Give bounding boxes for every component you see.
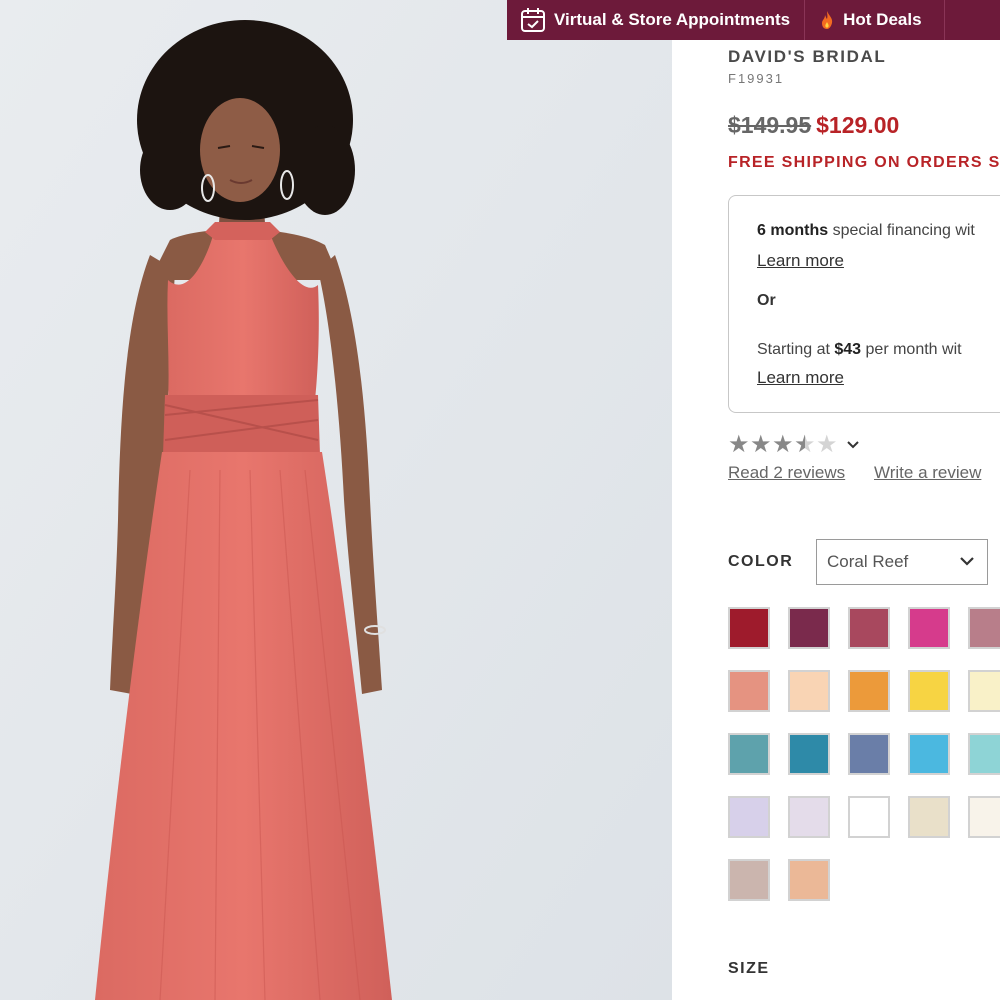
brand-name: DAVID'S BRIDAL — [728, 47, 887, 66]
free-shipping-banner: FREE SHIPPING ON ORDERS S — [728, 154, 1000, 171]
color-swatch[interactable] — [848, 796, 890, 838]
hot-deals-link[interactable]: Hot Deals — [805, 0, 945, 40]
financing-box: 6 months special financing wit Learn mor… — [728, 195, 1000, 413]
color-swatch[interactable] — [788, 607, 830, 649]
color-swatch[interactable] — [968, 733, 1000, 775]
color-swatch[interactable] — [848, 670, 890, 712]
product-sku: F19931 — [728, 71, 785, 86]
hot-deals-label: Hot Deals — [843, 10, 922, 29]
star-icon: ★ — [728, 431, 750, 458]
color-swatch[interactable] — [848, 733, 890, 775]
financing-offer-text: special financing wit — [828, 222, 975, 239]
monthly-suffix: per month wit — [861, 341, 962, 358]
appointments-link[interactable]: Virtual & Store Appointments — [507, 0, 806, 40]
star-icon: ★ — [750, 431, 772, 458]
calendar-check-icon — [521, 8, 545, 32]
color-swatch[interactable] — [728, 796, 770, 838]
appointments-label: Virtual & Store Appointments — [554, 10, 791, 29]
color-swatch[interactable] — [968, 796, 1000, 838]
financing-offer-line: 6 months special financing wit — [757, 222, 975, 240]
financing-or: Or — [757, 292, 776, 309]
empty-star-icon: ★ — [816, 431, 838, 458]
color-dropdown[interactable]: Coral Reef — [816, 539, 988, 585]
color-swatch[interactable] — [908, 796, 950, 838]
product-page: Virtual & Store Appointments Hot Deals D… — [0, 0, 1000, 1000]
color-swatch[interactable] — [728, 859, 770, 901]
half-star-icon: ★ — [794, 431, 816, 458]
promo-bar: Virtual & Store Appointments Hot Deals — [507, 0, 1000, 40]
financing-months: 6 months — [757, 222, 829, 239]
price-row: $149.95 $129.00 — [728, 112, 899, 139]
product-info-panel: DAVID'S BRIDAL F19931 $149.95 $129.00 FRE… — [672, 40, 1000, 1000]
color-swatch[interactable] — [908, 670, 950, 712]
color-label: COLOR — [728, 553, 794, 570]
color-swatch[interactable] — [908, 607, 950, 649]
color-swatch[interactable] — [788, 796, 830, 838]
color-swatch[interactable] — [968, 670, 1000, 712]
color-swatch[interactable] — [788, 733, 830, 775]
color-swatch[interactable] — [848, 607, 890, 649]
write-review-link[interactable]: Write a review — [874, 463, 981, 483]
size-label: SIZE — [728, 960, 770, 977]
financing-learn-more-link[interactable]: Learn more — [757, 251, 844, 271]
color-swatch[interactable] — [788, 670, 830, 712]
chevron-down-icon — [960, 557, 974, 566]
monthly-amount: $43 — [834, 341, 862, 358]
model-illustration — [0, 0, 672, 1000]
color-swatch[interactable] — [788, 859, 830, 901]
chevron-down-icon[interactable] — [846, 440, 860, 450]
product-image[interactable] — [0, 0, 672, 1000]
original-price: $149.95 — [728, 112, 812, 138]
flame-icon — [822, 11, 833, 29]
color-swatch[interactable] — [908, 733, 950, 775]
color-swatch[interactable] — [728, 733, 770, 775]
color-swatch[interactable] — [728, 607, 770, 649]
monthly-payment-line: Starting at $43 per month wit — [757, 341, 962, 359]
color-selected-value: Coral Reef — [827, 552, 909, 571]
star-icon: ★ — [772, 431, 794, 458]
read-reviews-link[interactable]: Read 2 reviews — [728, 463, 845, 483]
color-swatch[interactable] — [968, 607, 1000, 649]
monthly-learn-more-link[interactable]: Learn more — [757, 368, 844, 388]
color-swatch[interactable] — [728, 670, 770, 712]
sale-price: $129.00 — [816, 112, 900, 138]
star-rating[interactable]: ★ ★ ★ ★ ★ — [728, 432, 860, 458]
monthly-prefix: Starting at — [757, 341, 835, 358]
